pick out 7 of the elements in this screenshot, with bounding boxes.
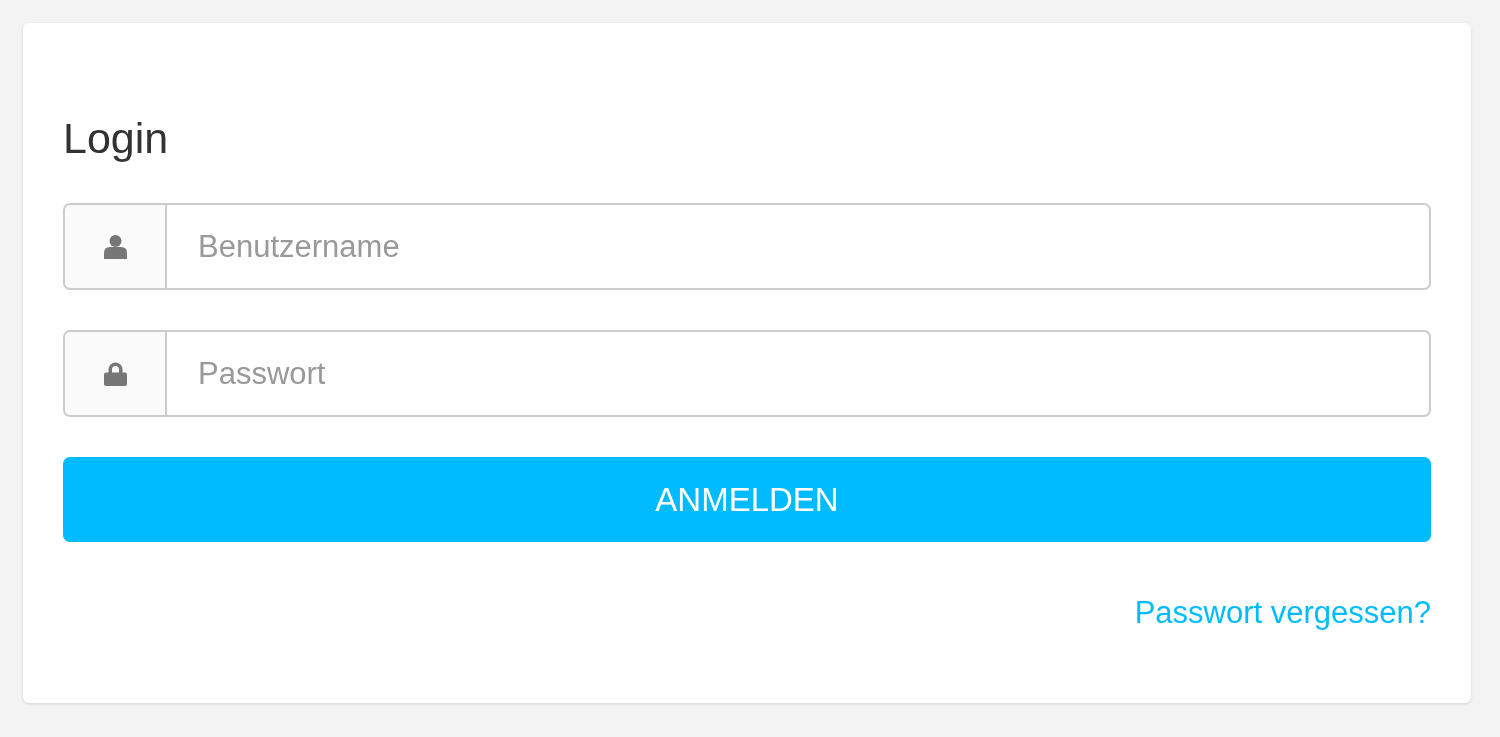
login-button[interactable]: ANMELDEN — [63, 457, 1431, 542]
password-field[interactable]: Passwort — [167, 330, 1431, 417]
login-title: Login — [63, 114, 169, 162]
lock-icon — [103, 361, 127, 386]
forgot-password-link[interactable]: Passwort vergessen? — [1134, 595, 1431, 631]
username-field[interactable]: Benutzername — [167, 203, 1431, 290]
user-icon — [102, 234, 128, 259]
